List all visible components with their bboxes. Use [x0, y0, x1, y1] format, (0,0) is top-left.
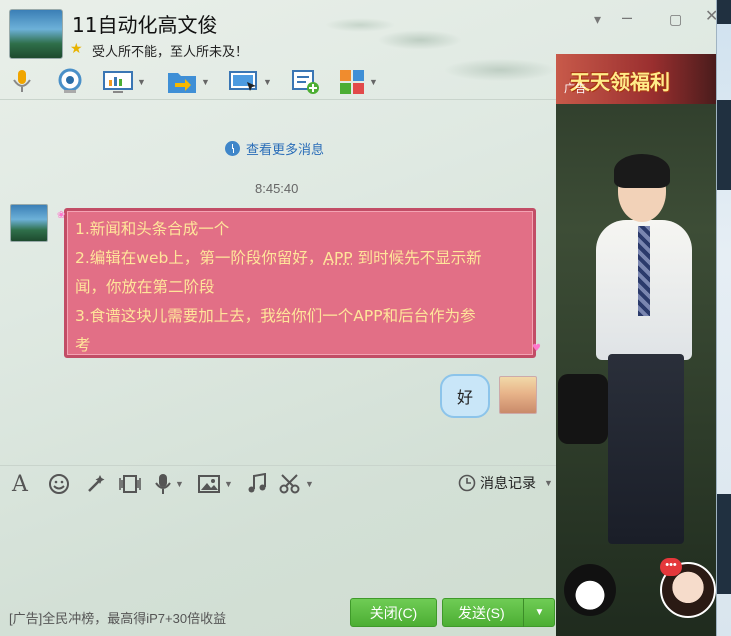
message-line: 考 [75, 336, 91, 354]
send-options-button[interactable]: ▼ [523, 598, 555, 627]
message-timestamp: 8:45:40 [255, 181, 299, 196]
outgoing-message-bubble[interactable]: 好 [440, 374, 490, 418]
heart-decoration-icon: ♥ [532, 343, 541, 354]
chat-toolbar: ▼ ▼ ▼ ▼ [0, 64, 556, 100]
minimize-icon[interactable]: – [622, 8, 632, 26]
view-more-messages-label: 查看更多消息 [246, 142, 325, 157]
message-history-button[interactable]: 消息记录 ▼ [458, 473, 553, 493]
background-window-block [717, 494, 731, 594]
font-icon: A [12, 471, 28, 497]
send-image-button[interactable]: ▼ [198, 472, 233, 496]
apps-icon [340, 70, 364, 94]
incoming-message-bubble[interactable]: ❀ 1.新闻和头条合成一个 2.编辑在web上，第一阶段你留好，APP 到时候先… [57, 208, 541, 358]
message-line: 3.食谱这块儿需要加上去，我给你们一个APP和后台作为参 [75, 307, 476, 325]
screen-share-icon [103, 71, 133, 93]
remote-desktop-button[interactable]: ▼ [229, 68, 272, 96]
contact-signature: 受人所不能，至人所未及！ [92, 44, 249, 59]
chevron-down-icon: ▼ [534, 607, 545, 618]
clock-icon [225, 141, 240, 156]
self-avatar[interactable] [499, 376, 537, 414]
ad-figure-tie [638, 226, 650, 316]
emoji-button[interactable] [48, 472, 70, 496]
view-more-messages-link[interactable]: 查看更多消息 [225, 139, 324, 158]
chevron-down-icon[interactable]: ▼ [544, 478, 553, 488]
video-icon [58, 68, 82, 93]
ad-figure-bag [558, 374, 608, 444]
background-window-block [717, 0, 731, 24]
clock-icon [458, 474, 476, 492]
message-line: 闻，你放在第二阶段 [75, 278, 215, 296]
shake-window-button[interactable] [118, 472, 142, 496]
background-branch-decoration [300, 0, 560, 120]
magic-wand-icon [88, 475, 105, 492]
voice-call-button[interactable] [10, 68, 34, 96]
shake-icon [119, 475, 141, 493]
screenshot-button[interactable]: ▼ [279, 472, 314, 496]
arrow-down-icon[interactable]: ▾ [594, 12, 601, 26]
image-icon [198, 475, 220, 493]
ad-figure-pants [608, 354, 684, 544]
sender-avatar[interactable] [10, 204, 48, 242]
apps-button[interactable]: ▼ [339, 68, 378, 96]
message-line: 2.编辑在web上，第一阶段你留好，APP 到时候先不显示新 [75, 244, 525, 273]
chevron-down-icon[interactable]: ▼ [137, 77, 146, 87]
bow-decoration-icon: ❀ [57, 210, 66, 221]
file-transfer-icon [168, 73, 196, 93]
message-history-label: 消息记录 [480, 475, 536, 491]
chevron-down-icon[interactable]: ▼ [369, 77, 378, 87]
ad-label: 广告 [564, 83, 586, 95]
send-button-label: 发送(S) [458, 604, 505, 621]
footer-ad-link[interactable]: [广告]全民冲榜，最高得iP7+30倍收益 [9, 608, 226, 627]
video-call-button[interactable] [56, 68, 84, 96]
maximize-icon[interactable]: ▢ [669, 12, 682, 26]
smiley-icon [49, 474, 69, 494]
background-window-edge [716, 0, 731, 636]
chevron-down-icon[interactable]: ▼ [201, 77, 210, 87]
ad-banner[interactable]: 天天领福利 广告 [556, 54, 716, 104]
magic-effects-button[interactable] [85, 472, 107, 496]
ad-panel[interactable]: 天天领福利 广告 ••• [556, 54, 716, 636]
qq-penguin-icon[interactable] [564, 564, 616, 616]
microphone-icon [155, 474, 171, 494]
contact-nickname[interactable]: 11自动化高文俊 [72, 9, 217, 38]
create-group-button[interactable] [291, 68, 321, 96]
message-text: APP [323, 249, 353, 267]
chevron-down-icon[interactable]: ▼ [224, 479, 233, 489]
message-text: 到时候先不显示新 [352, 249, 482, 267]
contact-avatar[interactable] [9, 9, 63, 59]
remote-desktop-icon [229, 71, 257, 91]
chevron-down-icon[interactable]: ▼ [263, 77, 272, 87]
message-text: 2.编辑在web上，第一阶段你留好， [75, 249, 324, 267]
voice-message-button[interactable]: ▼ [155, 472, 184, 496]
close-button-label: 关闭(C) [369, 604, 418, 621]
screen-share-button[interactable]: ▼ [103, 68, 146, 96]
create-group-icon [292, 70, 319, 94]
chevron-down-icon[interactable]: ▼ [305, 479, 314, 489]
message-line: 1.新闻和头条合成一个 [75, 220, 230, 238]
chat-window: 11自动化高文俊 ★ 受人所不能，至人所未及！ ▾ – ▢ ✕ ▼ ▼ ▼ ▼ … [0, 0, 731, 636]
music-button[interactable] [246, 472, 268, 496]
microphone-icon [13, 70, 31, 92]
message-text: 好 [456, 388, 473, 407]
font-button[interactable]: A [12, 471, 28, 497]
chat-bubble-badge: ••• [660, 558, 682, 576]
chevron-down-icon[interactable]: ▼ [175, 479, 184, 489]
ad-figure-hair [614, 154, 670, 188]
music-note-icon [248, 473, 266, 493]
close-button[interactable]: 关闭(C) [350, 598, 437, 627]
file-transfer-button[interactable]: ▼ [167, 68, 210, 96]
star-icon: ★ [70, 40, 83, 56]
scissors-icon [279, 474, 300, 494]
background-window-block [717, 100, 731, 190]
